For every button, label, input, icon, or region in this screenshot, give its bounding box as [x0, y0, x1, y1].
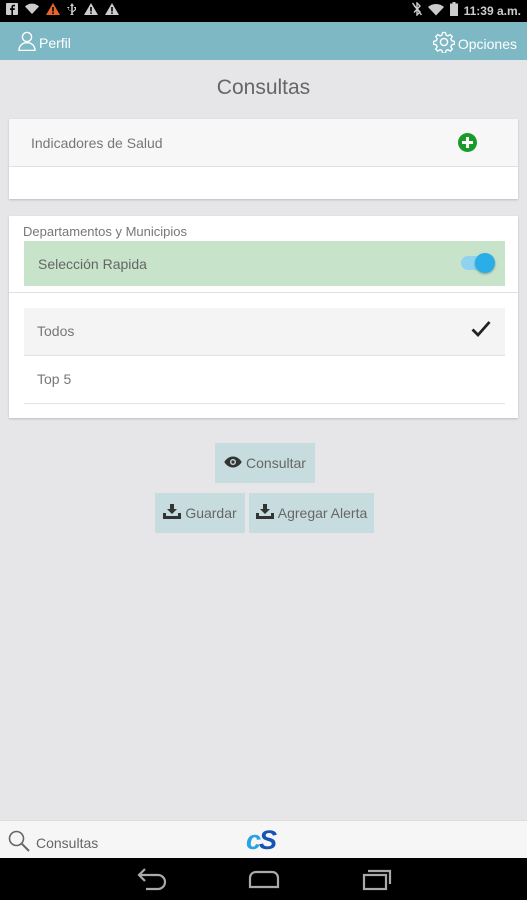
guardar-button[interactable]: Guardar: [155, 493, 245, 533]
consultar-label: Consultar: [246, 455, 306, 471]
system-icons: 11:39 a.m.: [411, 1, 521, 19]
back-button[interactable]: [134, 866, 170, 892]
eye-icon: [224, 455, 242, 471]
app-logo: cS: [246, 825, 277, 855]
clock: 11:39 a.m.: [463, 3, 521, 18]
facebook-icon: [6, 3, 18, 19]
divider: [9, 292, 518, 293]
option-todos[interactable]: Todos: [24, 308, 505, 356]
guardar-label: Guardar: [185, 505, 237, 521]
add-indicator-icon[interactable]: [458, 133, 477, 152]
option-label: Todos: [37, 323, 75, 339]
bottom-bar: Consultas cS: [0, 820, 527, 858]
checkmark-icon: [471, 320, 491, 342]
alert-icon-2: [105, 3, 119, 19]
health-indicators-card: Indicadores de Salud: [9, 119, 518, 199]
quick-select-row[interactable]: Selección Rapida: [24, 241, 505, 286]
system-navigation-bar: [0, 858, 527, 900]
bluetooth-off-icon: [411, 1, 422, 19]
app-header: Perfil Opciones: [0, 22, 527, 60]
warning-icon: [46, 3, 60, 19]
departments-card: Departamentos y Municipios Selección Rap…: [9, 216, 518, 418]
options-label: Opciones: [457, 35, 517, 52]
toggle-knob: [475, 253, 495, 273]
health-indicators-row[interactable]: Indicadores de Salud: [9, 119, 518, 167]
gear-icon: [432, 31, 455, 56]
battery-icon: [449, 2, 458, 19]
user-icon: [18, 31, 36, 54]
download-tray-icon: [163, 504, 182, 522]
option-label: Top 5: [37, 371, 72, 387]
wifi-signal-icon: [427, 3, 444, 19]
alert-icon: [84, 3, 98, 19]
search-button[interactable]: Consultas: [8, 830, 98, 855]
agregar-alerta-label: Agregar Alerta: [277, 505, 368, 521]
profile-label: Perfil: [39, 34, 71, 51]
agregar-alerta-button[interactable]: Agregar Alerta: [249, 493, 374, 533]
notification-icons: [6, 3, 119, 19]
recent-apps-button[interactable]: [358, 866, 394, 892]
download-tray-icon: [255, 504, 274, 522]
quick-select-label: Selección Rapida: [38, 256, 147, 272]
wifi-icon: [25, 3, 39, 19]
usb-icon: [67, 3, 77, 19]
page-title: Consultas: [216, 76, 311, 99]
search-label: Consultas: [36, 834, 99, 851]
home-button[interactable]: [246, 866, 282, 892]
quick-select-toggle[interactable]: [461, 253, 495, 273]
profile-button[interactable]: Perfil: [18, 31, 71, 54]
options-button[interactable]: Opciones: [432, 31, 517, 56]
health-indicators-label: Indicadores de Salud: [31, 135, 163, 151]
search-icon: [8, 830, 30, 855]
status-bar: 11:39 a.m.: [0, 0, 527, 22]
consultar-button[interactable]: Consultar: [215, 443, 315, 483]
departments-title: Departamentos y Municipios: [23, 224, 188, 239]
option-top5[interactable]: Top 5: [24, 356, 505, 404]
